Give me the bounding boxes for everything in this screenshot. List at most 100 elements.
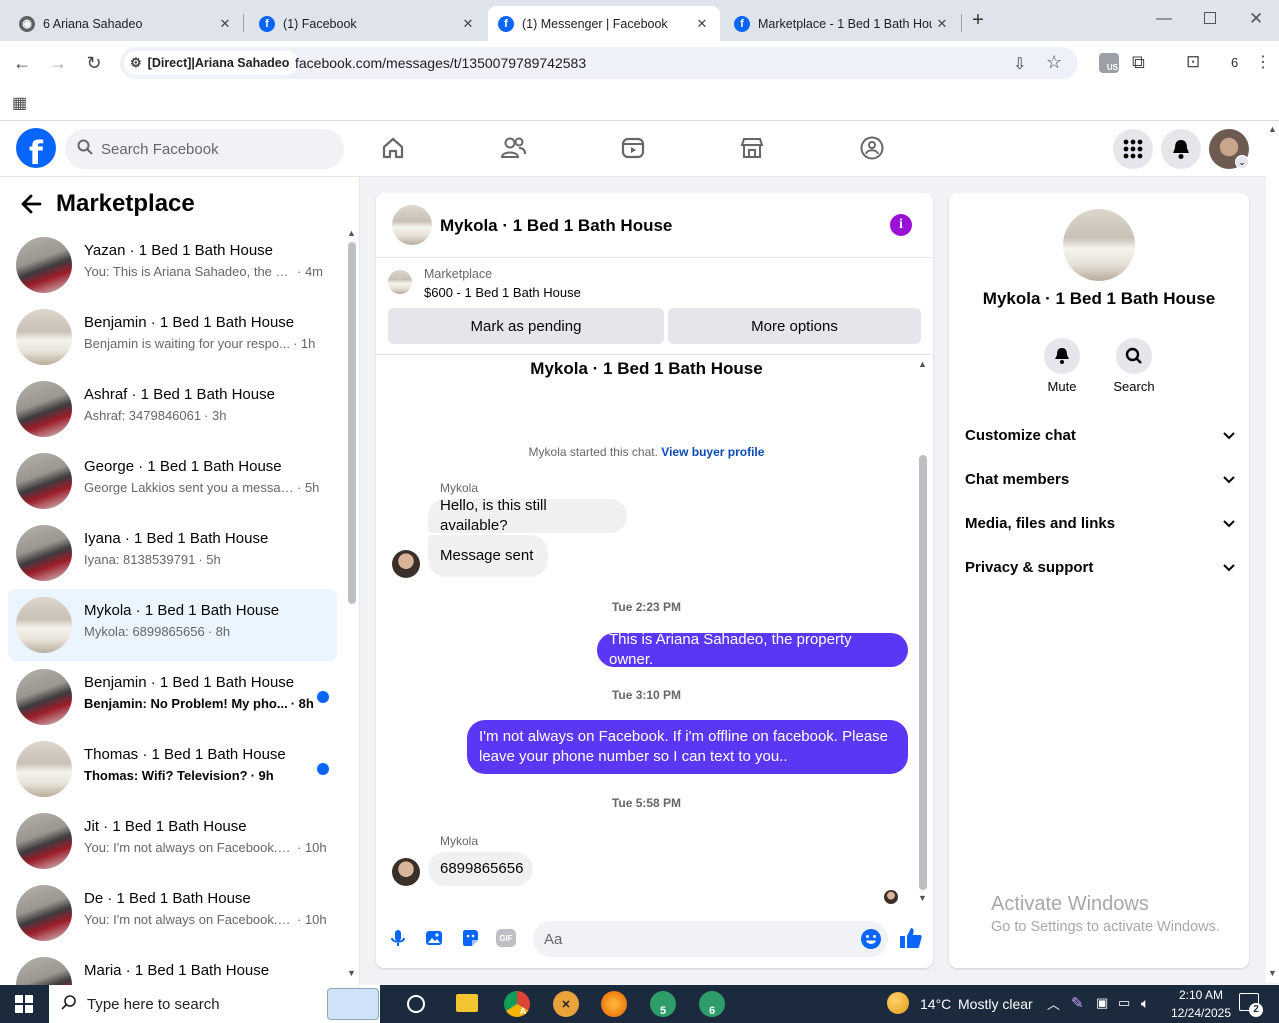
groups-icon[interactable]: [857, 133, 887, 163]
taskbar-search-input[interactable]: Type here to search: [49, 985, 380, 1023]
conversation-item[interactable]: Ashraf · 1 Bed 1 Bath House Ashraf: 34798…: [8, 373, 337, 445]
sender-avatar[interactable]: [392, 858, 420, 886]
scroll-up-icon[interactable]: ▲: [1268, 124, 1277, 134]
task-view-icon[interactable]: [407, 995, 425, 1013]
message-bubble-incoming[interactable]: Message sent: [428, 535, 548, 577]
mute-bell-icon[interactable]: [1044, 338, 1080, 374]
conversation-item[interactable]: George · 1 Bed 1 Bath House George Lakkio…: [8, 445, 337, 517]
chat-scrollbar-thumb[interactable]: [919, 455, 927, 890]
chevron-up-icon[interactable]: ︿: [1047, 994, 1060, 1013]
browser-extension-app-icon[interactable]: ✕: [553, 991, 579, 1017]
conversation-item[interactable]: Iyana · 1 Bed 1 Bath House Iyana: 8138539…: [8, 517, 337, 589]
page-scrollbar[interactable]: [1266, 121, 1279, 983]
close-icon[interactable]: ✕: [458, 16, 478, 32]
listing-title[interactable]: $600 - 1 Bed 1 Bath House: [424, 285, 581, 300]
media-files-links-section[interactable]: Media, files and links: [965, 507, 1235, 539]
firefox-icon[interactable]: [601, 991, 627, 1017]
microphone-icon[interactable]: [388, 928, 408, 953]
menu-grid-icon[interactable]: [1113, 129, 1153, 169]
gologin-app-icon[interactable]: 5: [650, 991, 676, 1017]
facebook-logo[interactable]: f: [16, 128, 56, 168]
tab-count[interactable]: 6: [1231, 55, 1238, 70]
close-icon[interactable]: ✕: [932, 16, 952, 32]
scroll-down-icon[interactable]: ▼: [918, 893, 927, 903]
scroll-up-icon[interactable]: ▲: [918, 359, 927, 369]
chat-header-title[interactable]: Mykola · 1 Bed 1 Bath House: [440, 216, 672, 236]
search-icon[interactable]: [1116, 338, 1152, 374]
scroll-down-icon[interactable]: ▼: [1268, 968, 1277, 978]
customize-chat-section[interactable]: Customize chat: [965, 419, 1235, 451]
chat-header-avatar[interactable]: [392, 205, 432, 245]
scroll-up-icon[interactable]: ▲: [347, 228, 356, 238]
conversation-item[interactable]: De · 1 Bed 1 Bath House You: I'm not alwa…: [8, 877, 337, 949]
close-window-icon[interactable]: ✕: [1249, 9, 1263, 29]
info-icon[interactable]: i: [890, 214, 912, 236]
conversation-item[interactable]: Jit · 1 Bed 1 Bath House You: I'm not alw…: [8, 805, 337, 877]
photo-icon[interactable]: [424, 928, 444, 953]
close-icon[interactable]: ✕: [215, 16, 235, 32]
chat-members-section[interactable]: Chat members: [965, 463, 1235, 495]
back-icon[interactable]: ←: [10, 51, 34, 75]
conversation-item[interactable]: Benjamin · 1 Bed 1 Bath House Benjamin: N…: [8, 661, 337, 733]
browser-tab[interactable]: f Marketplace - 1 Bed 1 Bath Hou ✕: [722, 6, 960, 41]
clock-time[interactable]: 2:10 AM: [1171, 988, 1231, 1002]
forward-icon[interactable]: →: [46, 51, 70, 75]
home-icon[interactable]: [378, 133, 408, 163]
clock-date[interactable]: 12/24/2025: [1165, 1006, 1237, 1020]
chevron-down-icon[interactable]: ⌄: [1235, 155, 1249, 169]
new-tab-icon[interactable]: +: [968, 9, 988, 31]
device-icon[interactable]: ▣: [1096, 995, 1108, 1011]
profile-chip[interactable]: ⚙ [Direct]|Ariana Sahadeo: [124, 51, 299, 75]
search-highlight-icon[interactable]: [327, 988, 379, 1020]
restore-icon[interactable]: [1204, 12, 1216, 24]
browser-menu-icon[interactable]: ⋮: [1255, 52, 1271, 72]
mark-as-pending-button[interactable]: Mark as pending: [388, 308, 664, 344]
view-buyer-profile-link[interactable]: View buyer profile: [661, 445, 764, 459]
vpn-extension-icon[interactable]: US: [1099, 53, 1119, 73]
apps-grid-icon[interactable]: ▦: [12, 93, 27, 113]
video-icon[interactable]: [618, 133, 648, 163]
friends-icon[interactable]: [498, 133, 528, 163]
url-text[interactable]: facebook.com/messages/t/1350079789742583: [295, 55, 586, 71]
message-bubble-incoming[interactable]: Hello, is this still available?: [428, 497, 627, 534]
message-input[interactable]: Aa: [533, 921, 888, 957]
message-bubble-incoming[interactable]: 6899865656: [428, 852, 533, 886]
reload-icon[interactable]: ↻: [82, 51, 106, 75]
marketplace-icon[interactable]: [737, 133, 767, 163]
windows-start-icon[interactable]: [15, 995, 33, 1018]
message-bubble-outgoing[interactable]: I'm not always on Facebook. If i'm offli…: [467, 720, 908, 774]
browser-tab[interactable]: ◉ 6 Ariana Sahadeo ✕: [0, 6, 243, 41]
search-label[interactable]: Search: [1104, 379, 1164, 394]
tab-search-icon[interactable]: ⊡: [1186, 52, 1200, 72]
thumbs-up-icon[interactable]: [899, 926, 923, 955]
sticker-icon[interactable]: [460, 928, 480, 953]
file-explorer-icon[interactable]: [456, 994, 478, 1012]
profile-photo[interactable]: [1063, 209, 1135, 281]
weather-temp[interactable]: 14°C: [920, 996, 951, 1012]
gif-icon[interactable]: GIF: [496, 929, 516, 947]
message-bubble-outgoing[interactable]: This is Ariana Sahadeo, the property own…: [597, 631, 908, 668]
bookmark-star-icon[interactable]: ☆: [1046, 52, 1062, 73]
minimize-icon[interactable]: —: [1156, 10, 1172, 28]
gologin-app-icon[interactable]: 6: [699, 991, 725, 1017]
notifications-bell-icon[interactable]: [1161, 129, 1201, 169]
scroll-down-icon[interactable]: ▼: [347, 968, 356, 978]
conversation-item[interactable]: Yazan · 1 Bed 1 Bath House You: This is A…: [8, 229, 337, 301]
install-app-icon[interactable]: ⇩: [1013, 54, 1026, 74]
volume-icon[interactable]: 🔈︎: [1141, 995, 1149, 1012]
weather-condition[interactable]: Mostly clear: [958, 996, 1033, 1012]
back-arrow-icon[interactable]: [20, 193, 42, 222]
conversation-item[interactable]: Thomas · 1 Bed 1 Bath House Thomas: Wifi?…: [8, 733, 337, 805]
pen-icon[interactable]: ✎: [1071, 994, 1084, 1012]
chrome-icon[interactable]: A: [504, 991, 530, 1017]
network-icon[interactable]: ▭: [1118, 995, 1130, 1011]
browser-tab[interactable]: f (1) Facebook ✕: [240, 6, 486, 41]
listing-thumbnail[interactable]: [388, 270, 412, 294]
privacy-support-section[interactable]: Privacy & support: [965, 551, 1235, 583]
scrollbar-thumb[interactable]: [348, 242, 356, 604]
emoji-icon[interactable]: [860, 928, 882, 955]
sender-avatar[interactable]: [392, 550, 420, 578]
conversation-item[interactable]: Benjamin · 1 Bed 1 Bath House Benjamin is…: [8, 301, 337, 373]
conversation-item[interactable]: Mykola · 1 Bed 1 Bath House Mykola: 68998…: [8, 589, 337, 661]
browser-tab-active[interactable]: f (1) Messenger | Facebook ✕: [488, 6, 720, 41]
